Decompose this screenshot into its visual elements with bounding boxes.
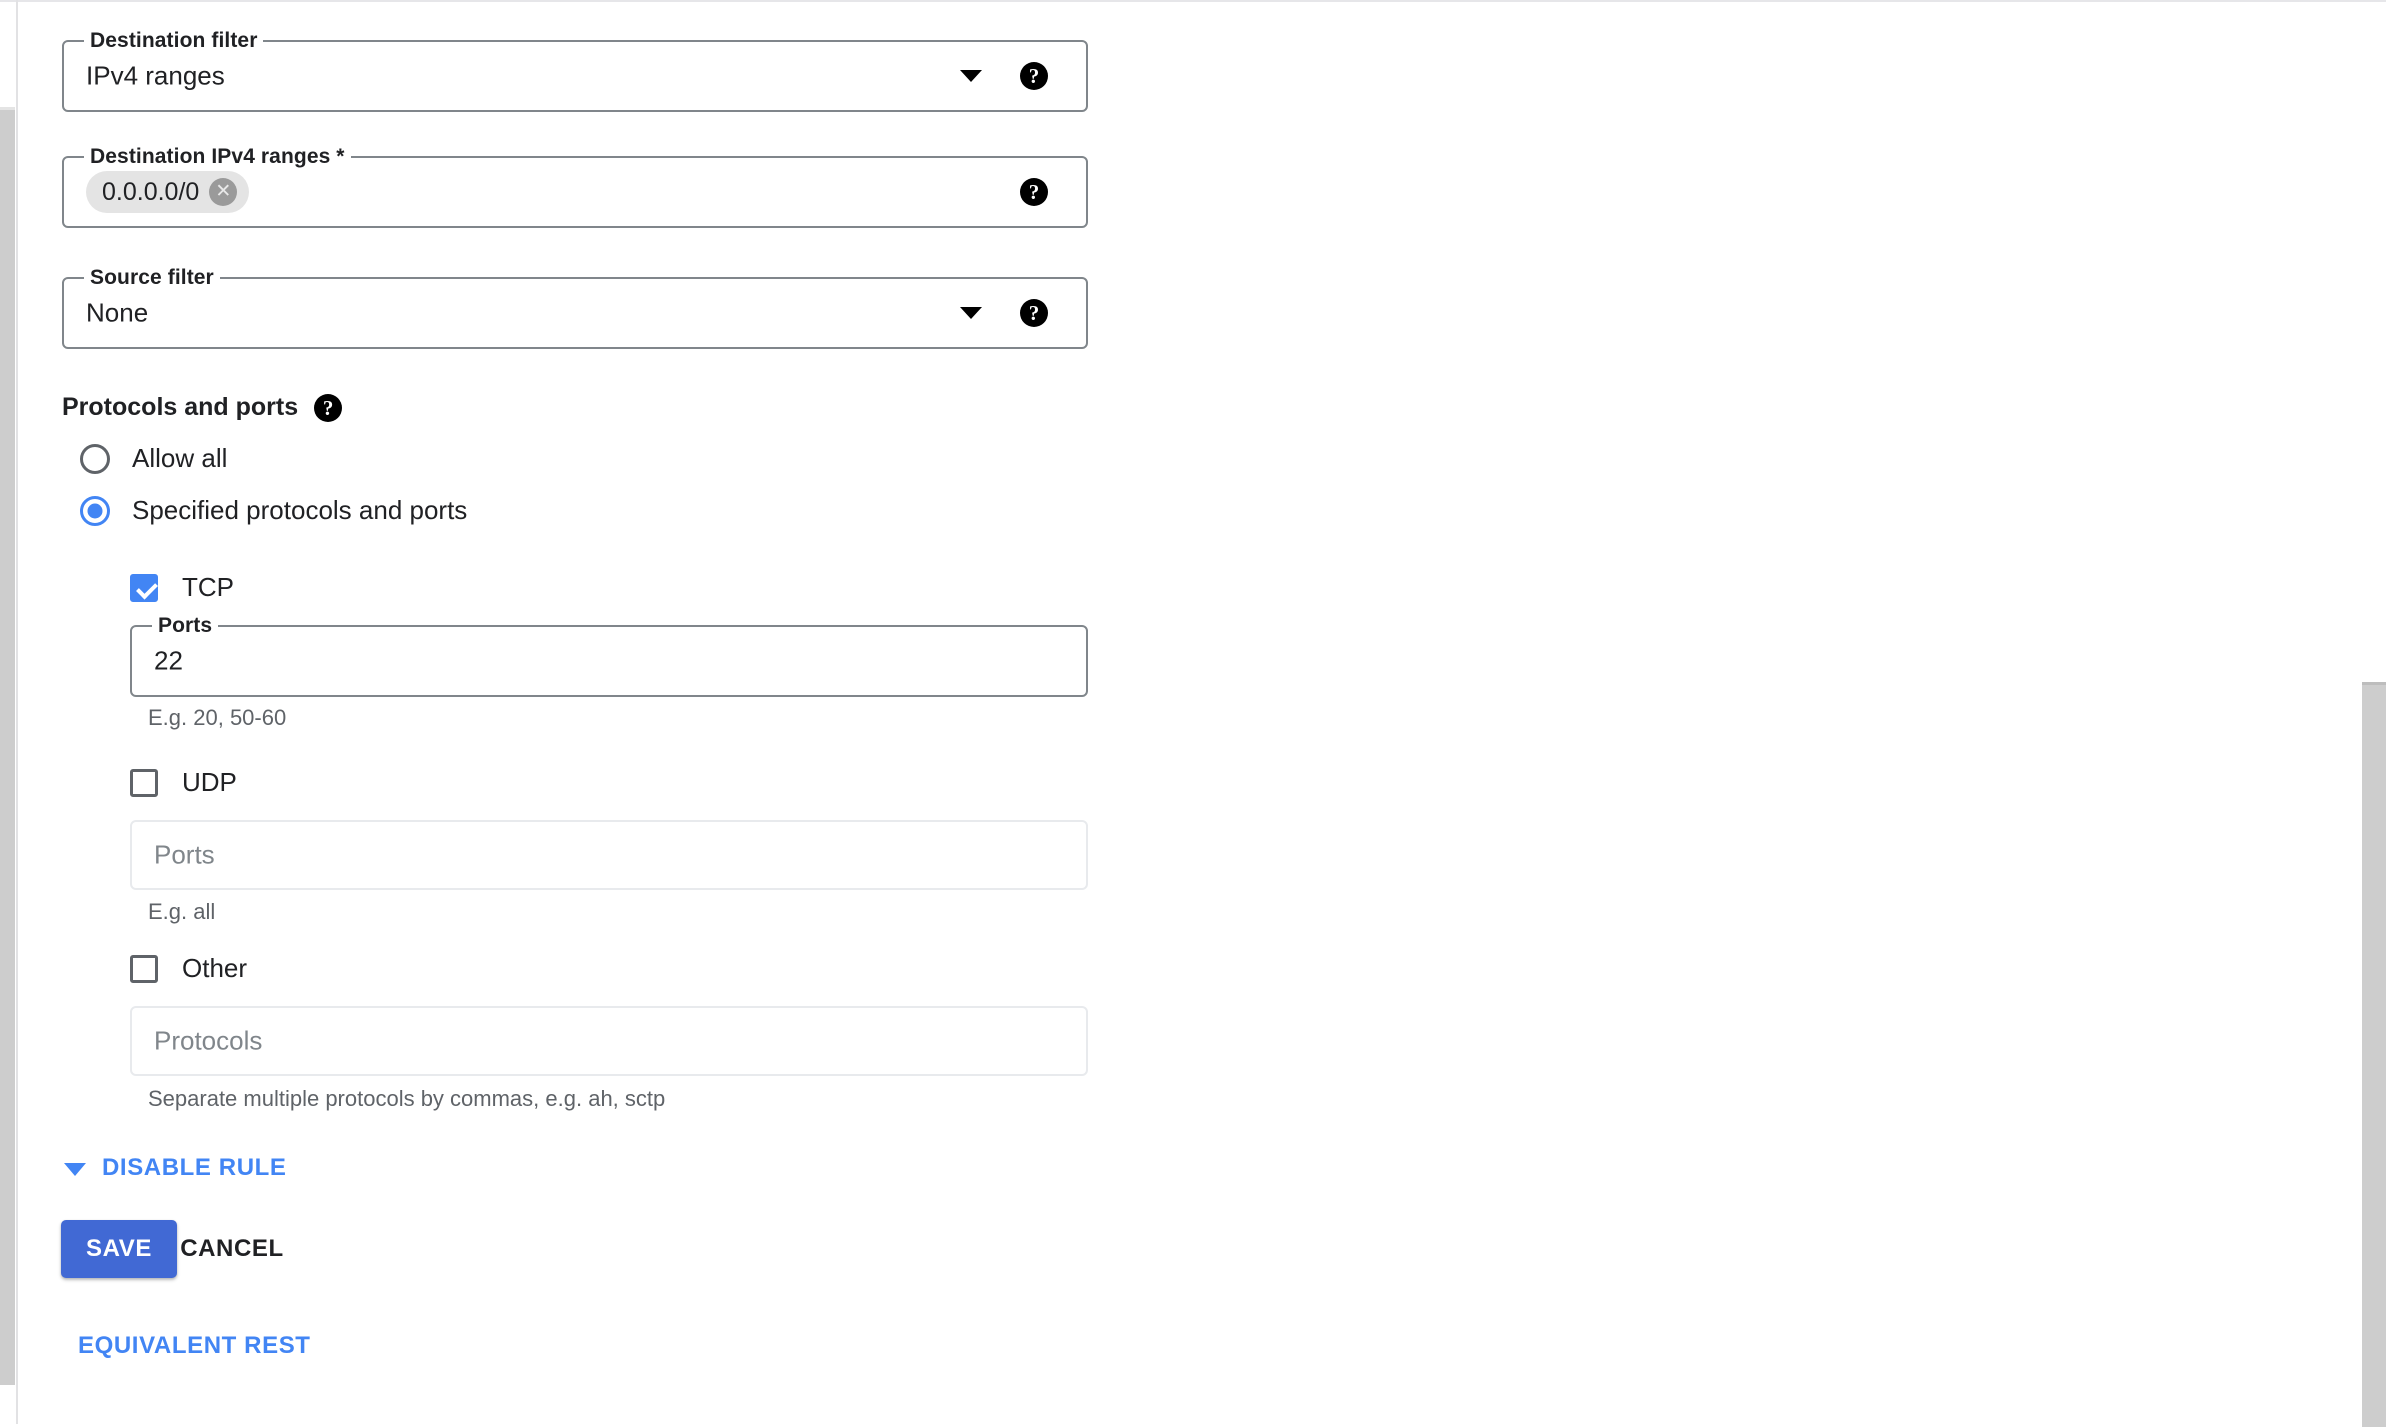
radio-circle-selected-icon[interactable]: [80, 495, 110, 526]
tcp-ports-value: 22: [154, 645, 183, 676]
radio-specified-protocols-label: Specified protocols and ports: [132, 495, 468, 525]
protocols-and-ports-heading: Protocols and ports ?: [62, 393, 343, 422]
radio-circle-icon[interactable]: [80, 443, 110, 474]
chevron-down-icon[interactable]: [960, 70, 982, 82]
cancel-button-label: CANCEL: [180, 1235, 284, 1262]
destination-ipv4-ranges-label: Destination IPv4 ranges *: [84, 145, 351, 169]
checkbox-empty-icon[interactable]: [130, 768, 158, 797]
ipv4-range-chip-label: 0.0.0.0/0: [102, 177, 200, 206]
checkbox-empty-icon[interactable]: [130, 954, 158, 983]
chevron-down-icon[interactable]: [960, 307, 982, 319]
destination-filter-value: IPv4 ranges: [86, 60, 225, 91]
disable-rule-toggle[interactable]: DISABLE RULE: [64, 1154, 287, 1182]
checkbox-udp[interactable]: UDP: [130, 767, 237, 798]
source-filter-select[interactable]: Source filter None ?: [62, 266, 1088, 349]
right-scrollbar-thumb[interactable]: [2362, 682, 2386, 1427]
help-icon-source-filter[interactable]: ?: [1020, 299, 1048, 327]
radio-specified-protocols-and-ports[interactable]: Specified protocols and ports: [80, 495, 467, 526]
udp-ports-placeholder: Ports: [154, 839, 215, 870]
tcp-ports-label: Ports: [152, 614, 219, 638]
left-scrollbar-thumb[interactable]: [0, 107, 15, 1385]
checkbox-other-label: Other: [182, 953, 248, 983]
source-filter-label: Source filter: [84, 266, 220, 290]
left-scrollbar-track[interactable]: [0, 2, 15, 1424]
save-button-label: SAVE: [86, 1235, 152, 1262]
tcp-ports-hint: E.g. 20, 50-60: [148, 705, 287, 730]
destination-filter-select[interactable]: Destination filter IPv4 ranges ?: [62, 29, 1088, 112]
disable-rule-label: DISABLE RULE: [102, 1154, 287, 1181]
help-icon-protocols-ports[interactable]: ?: [314, 393, 343, 422]
other-protocols-placeholder: Protocols: [154, 1025, 263, 1056]
checkbox-udp-label: UDP: [182, 767, 237, 797]
ipv4-range-chip[interactable]: 0.0.0.0/0 ✕: [86, 171, 250, 213]
checkbox-tcp-label: TCP: [182, 572, 234, 602]
radio-allow-all-label: Allow all: [132, 443, 228, 473]
source-filter-value: None: [86, 297, 149, 328]
radio-allow-all[interactable]: Allow all: [80, 443, 227, 474]
equivalent-rest-link[interactable]: EQUIVALENT REST: [78, 1332, 311, 1360]
page-root: Destination filter IPv4 ranges ? Destina…: [0, 0, 2386, 1427]
udp-ports-hint: E.g. all: [148, 899, 216, 924]
checkbox-other[interactable]: Other: [130, 953, 247, 984]
tcp-ports-input[interactable]: Ports 22: [130, 614, 1088, 697]
checkbox-checked-icon[interactable]: [130, 573, 158, 602]
close-icon[interactable]: ✕: [209, 178, 238, 206]
other-protocols-input[interactable]: Protocols: [130, 1006, 1088, 1076]
destination-ipv4-ranges-field[interactable]: Destination IPv4 ranges * 0.0.0.0/0 ✕ ?: [62, 145, 1088, 228]
other-protocols-hint: Separate multiple protocols by commas, e…: [148, 1086, 666, 1111]
checkbox-tcp[interactable]: TCP: [130, 572, 234, 603]
help-icon-destination-filter[interactable]: ?: [1020, 62, 1048, 90]
protocols-and-ports-title: Protocols and ports: [62, 393, 299, 421]
firewall-rule-form: Destination filter IPv4 ranges ? Destina…: [18, 2, 2362, 1422]
cancel-button[interactable]: CANCEL: [148, 1220, 316, 1278]
destination-filter-label: Destination filter: [84, 29, 264, 53]
help-icon-destination-ranges[interactable]: ?: [1020, 178, 1048, 206]
chevron-down-icon[interactable]: [64, 1162, 86, 1176]
udp-ports-input[interactable]: Ports: [130, 820, 1088, 890]
